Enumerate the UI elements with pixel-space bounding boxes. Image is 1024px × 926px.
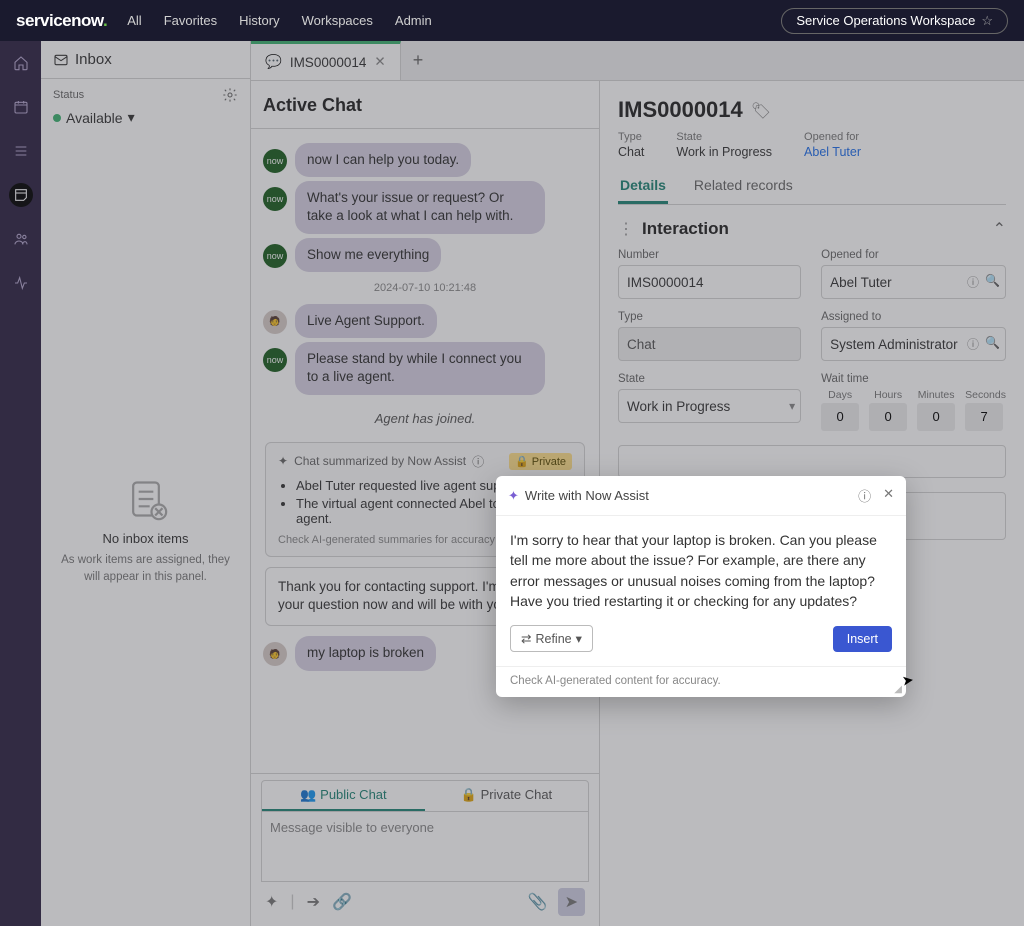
modal-footer: Check AI-generated content for accuracy. [510, 675, 721, 687]
logo: servicenow. [16, 11, 107, 31]
nav-admin[interactable]: Admin [395, 13, 432, 28]
nav-workspaces[interactable]: Workspaces [302, 13, 373, 28]
star-icon[interactable]: ☆ [981, 13, 993, 29]
nav-all[interactable]: All [127, 13, 141, 28]
now-assist-modal: ✦ Write with Now Assist ⓘ ✕ I'm sorry to… [496, 476, 906, 697]
info-icon[interactable]: ⓘ [858, 486, 871, 505]
top-nav: All Favorites History Workspaces Admin [127, 13, 432, 28]
top-header: servicenow. All Favorites History Worksp… [0, 0, 1024, 41]
modal-body: I'm sorry to hear that your laptop is br… [496, 516, 906, 621]
insert-button[interactable]: Insert [833, 626, 892, 652]
nav-history[interactable]: History [239, 13, 279, 28]
resize-grip-icon[interactable]: ◢ [894, 684, 902, 695]
sparkle-icon: ✦ [508, 488, 519, 504]
cursor-icon: ➤ [901, 671, 915, 689]
workspace-pill-label: Service Operations Workspace [796, 13, 975, 28]
refine-icon: ⇄ [521, 631, 531, 646]
refine-button[interactable]: ⇄Refine ▾ [510, 625, 593, 652]
nav-favorites[interactable]: Favorites [164, 13, 217, 28]
workspace-pill[interactable]: Service Operations Workspace ☆ [781, 8, 1008, 34]
chevron-down-icon: ▾ [576, 631, 582, 646]
modal-title: Write with Now Assist [525, 488, 649, 503]
close-icon[interactable]: ✕ [883, 486, 894, 505]
